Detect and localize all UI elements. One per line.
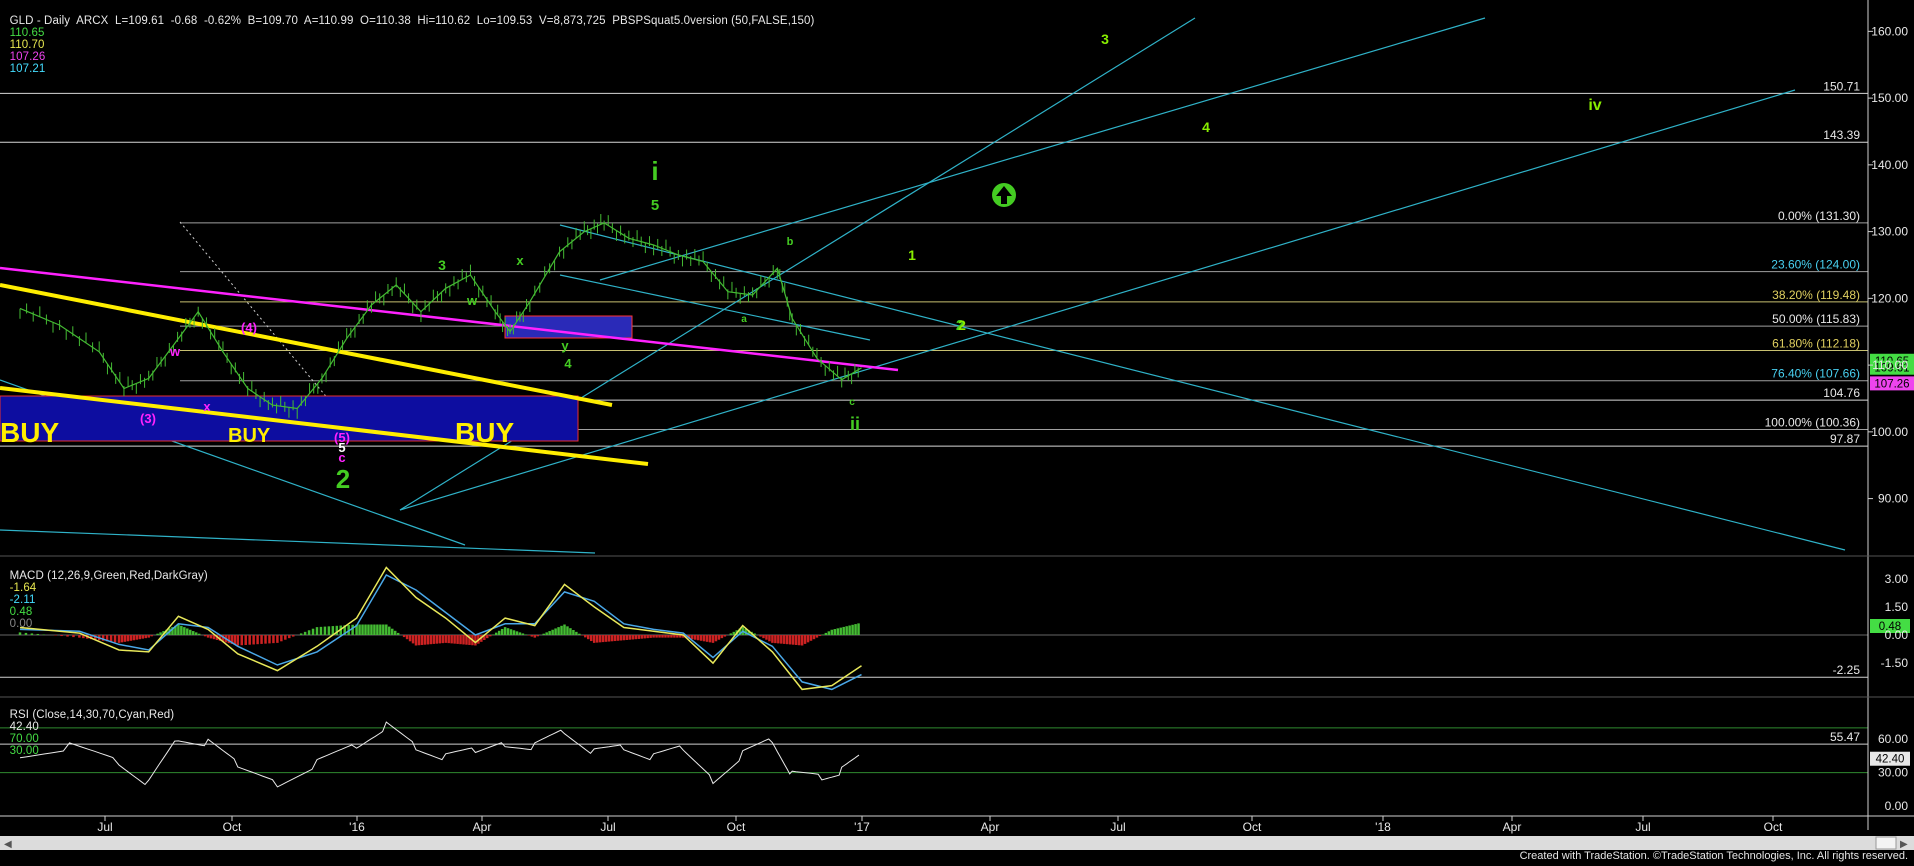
- rsi-level-label: 55.47: [1830, 730, 1860, 744]
- wave-label: 2: [336, 464, 350, 494]
- scrollbar-thumb: [1875, 836, 1897, 850]
- wave-label: b: [787, 236, 794, 248]
- time-tick-label: Jul: [1635, 820, 1650, 834]
- time-tick-label: Apr: [473, 820, 492, 834]
- chart-canvas[interactable]: 150.71 143.39 0.00% (131.30) 23.60% (124.00…: [0, 0, 1914, 866]
- time-tick-label: '18: [1375, 820, 1391, 834]
- time-tick-label: Jul: [1110, 820, 1125, 834]
- rsi-tick-label: 60.00: [1878, 732, 1908, 746]
- forecast-label: 1: [908, 247, 916, 263]
- forecast-label: 3: [1101, 31, 1109, 47]
- wave-label: a: [741, 314, 747, 325]
- header-value-3: 107.26: [9, 51, 46, 63]
- rsi-tick-label: 0.00: [1885, 799, 1909, 813]
- wave-label: x: [516, 253, 524, 268]
- macd-panel-header: MACD (12,26,9,Green,Red,DarkGray) -1.64 …: [3, 558, 208, 630]
- wave-label: y: [561, 338, 569, 353]
- price-tick-label: 90.00: [1878, 492, 1908, 506]
- price-tick-label: 130.00: [1871, 225, 1908, 239]
- level-label: 104.76: [1823, 386, 1860, 400]
- macd-tick-label: 3.00: [1885, 572, 1909, 586]
- level-label: 143.39: [1823, 128, 1860, 142]
- footer-credit: Created with TradeStation. ©TradeStation…: [1519, 850, 1908, 862]
- macd-tick-label: 1.50: [1885, 600, 1909, 614]
- wave-label-white: 5: [338, 440, 345, 455]
- wave-label: 5: [651, 197, 659, 214]
- wave-label-magenta: x: [203, 399, 211, 414]
- level-label: 38.20% (119.48): [1772, 288, 1860, 302]
- forecast-label: 2: [958, 317, 966, 333]
- rsi-title: RSI (Close,14,30,70,Cyan,Red): [9, 709, 175, 721]
- rsi-badge-label: 42.40: [1876, 754, 1905, 766]
- price-tick-label: 100.00: [1871, 425, 1908, 439]
- rsi-value-1: 42.40: [9, 721, 39, 733]
- forecast-label: iv: [1588, 97, 1601, 114]
- time-tick-label: Apr: [981, 820, 1000, 834]
- wave-label-magenta: w: [169, 344, 181, 359]
- level-label: 100.00% (100.36): [1765, 415, 1860, 429]
- time-tick-label: Jul: [97, 820, 112, 834]
- time-tick-label: Apr: [1503, 820, 1522, 834]
- macd-tick-label: -1.50: [1881, 656, 1909, 670]
- time-tick-label: Oct: [223, 820, 242, 834]
- price-tick-label: 140.00: [1871, 158, 1908, 172]
- wave-label: i: [651, 156, 658, 186]
- header-value-2: 110.70: [9, 39, 45, 51]
- time-tick-label: Oct: [1764, 820, 1783, 834]
- wave-label: c: [849, 397, 855, 408]
- wave-label-magenta: (3): [140, 411, 156, 426]
- time-tick-label: Jul: [600, 820, 615, 834]
- price-badge-label: 107.26: [1874, 378, 1909, 390]
- wave-label: ii: [850, 414, 860, 434]
- macd-title: MACD (12,26,9,Green,Red,DarkGray): [9, 570, 208, 582]
- wave-label-magenta: (4): [241, 320, 257, 335]
- rsi-value-3: 30.00: [9, 745, 39, 757]
- header-value-4: 107.21: [9, 63, 46, 75]
- scrollbar-track: [0, 836, 1914, 850]
- level-label: 0.00% (131.30): [1778, 209, 1860, 223]
- macd-value-4: 0.00: [9, 618, 33, 630]
- scroll-right-icon: ▶: [1900, 839, 1908, 850]
- header-value-1: 110.65: [9, 27, 45, 39]
- scroll-left-icon: ◀: [4, 839, 12, 850]
- rsi-panel-header: RSI (Close,14,30,70,Cyan,Red) 42.40 70.0…: [3, 697, 175, 757]
- forecast-label: 4: [1202, 119, 1210, 135]
- time-tick-label: '17: [854, 820, 870, 834]
- buy-label: BUY: [228, 425, 271, 447]
- buy-label: BUY: [455, 417, 514, 448]
- level-label: 50.00% (115.83): [1772, 312, 1860, 326]
- rsi-value-2: 70.00: [9, 733, 39, 745]
- time-tick-label: '16: [349, 820, 365, 834]
- macd-value-3: 0.48: [9, 606, 33, 618]
- wave-label: 3: [438, 257, 446, 273]
- wave-label: w: [466, 293, 478, 308]
- level-label: 23.60% (124.00): [1771, 258, 1860, 272]
- macd-value-1: -1.64: [9, 582, 37, 594]
- price-tick-label: 160.00: [1871, 24, 1908, 38]
- price-tick-label: 150.00: [1871, 91, 1908, 105]
- macd-value-2: -2.11: [9, 594, 36, 606]
- price-tick-label: 120.00: [1871, 291, 1908, 305]
- time-tick-label: Oct: [1243, 820, 1262, 834]
- macd-level-label: -2.25: [1833, 663, 1861, 677]
- buy-label: BUY: [0, 417, 59, 448]
- symbol-quote-text: GLD - Daily ARCX L=109.61 -0.68 -0.62% B…: [9, 15, 815, 27]
- level-label: 97.87: [1830, 432, 1860, 446]
- price-panel-header: GLD - Daily ARCX L=109.61 -0.68 -0.62% B…: [3, 3, 815, 75]
- wave-label: 4: [564, 356, 572, 371]
- level-label: 150.71: [1823, 79, 1860, 93]
- level-label: 76.40% (107.66): [1771, 367, 1860, 381]
- level-label: 61.80% (112.18): [1772, 337, 1860, 351]
- macd-tick-label: 0.00: [1885, 628, 1909, 642]
- rsi-tick-label: 30.00: [1878, 766, 1908, 780]
- up-arrow-icon: [992, 183, 1016, 207]
- price-tick-label: 110.00: [1872, 358, 1908, 372]
- time-tick-label: Oct: [727, 820, 746, 834]
